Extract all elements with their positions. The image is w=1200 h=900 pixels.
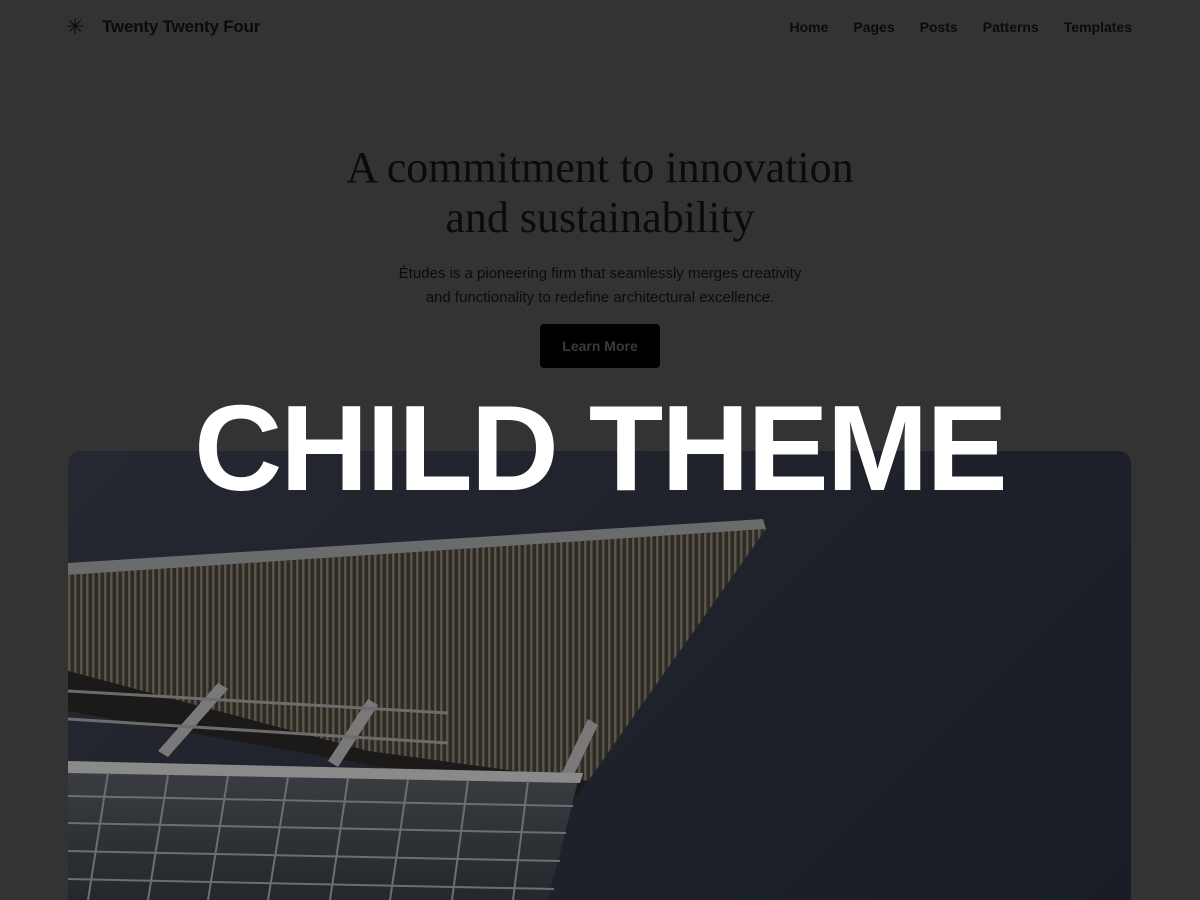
hero-heading: A commitment to innovation and sustainab…	[250, 143, 950, 243]
building-illustration	[68, 519, 766, 900]
hero-description-line-1: Études is a pioneering firm that seamles…	[398, 265, 802, 282]
hero-description: Études is a pioneering firm that seamles…	[340, 262, 860, 310]
site-title[interactable]: Twenty Twenty Four	[102, 17, 260, 37]
nav-item-home[interactable]: Home	[789, 19, 828, 35]
architecture-building-image	[68, 451, 1131, 900]
nav-item-patterns[interactable]: Patterns	[983, 19, 1039, 35]
nav-item-posts[interactable]: Posts	[920, 19, 958, 35]
nav-item-templates[interactable]: Templates	[1064, 19, 1132, 35]
hero-description-line-2: and functionality to redefine architectu…	[425, 289, 775, 306]
nav-item-pages[interactable]: Pages	[853, 19, 894, 35]
learn-more-button[interactable]: Learn More	[540, 324, 660, 368]
asterisk-icon[interactable]: ✳	[66, 14, 86, 42]
main-navigation: Home Pages Posts Patterns Templates	[789, 19, 1132, 35]
hero-heading-line-1: A commitment to innovation	[346, 143, 854, 192]
hero-heading-line-2: and sustainability	[445, 193, 755, 242]
site-header: ✳ Twenty Twenty Four Home Pages Posts Pa…	[0, 0, 1200, 58]
child-theme-overlay-title: CHILD THEME	[194, 380, 1008, 516]
